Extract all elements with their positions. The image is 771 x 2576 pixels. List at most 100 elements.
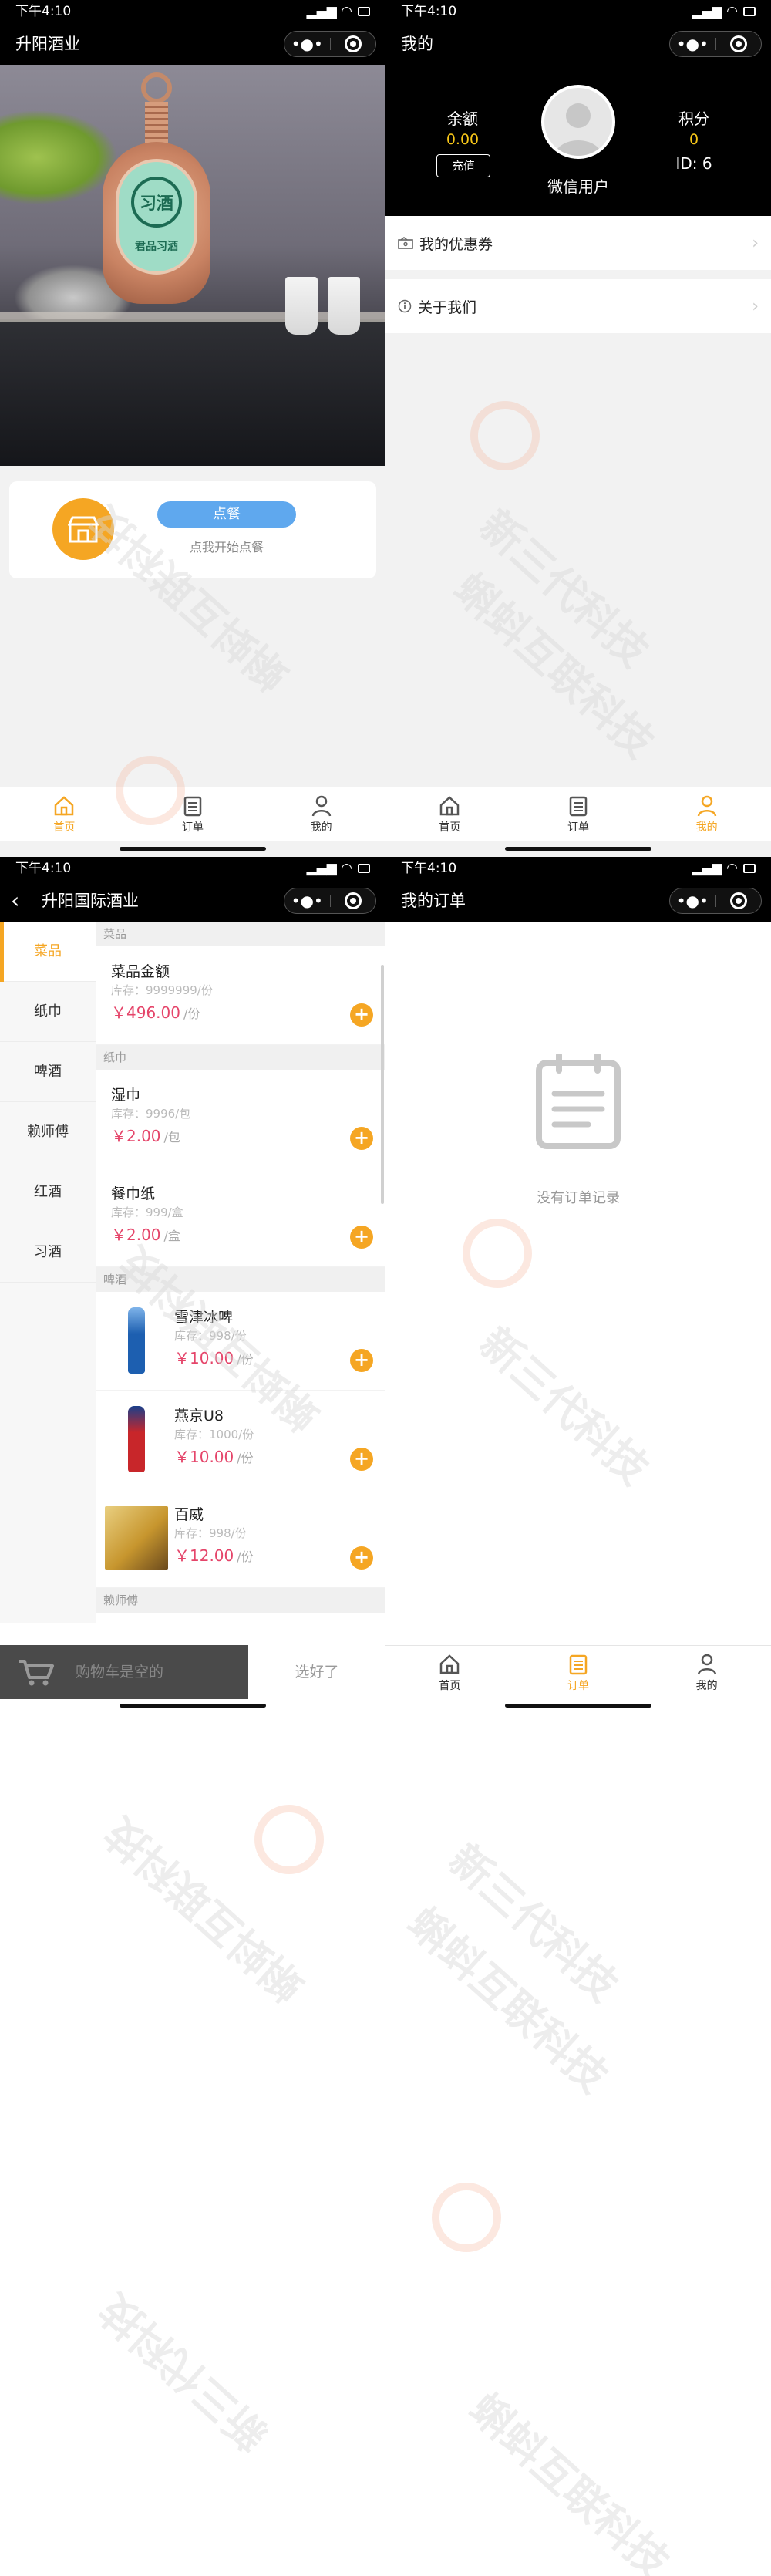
tab-mine[interactable]: 我的 xyxy=(642,787,771,841)
category-item[interactable]: 赖师傅 xyxy=(0,1102,96,1162)
more-icon[interactable]: •●• xyxy=(670,32,715,56)
product-price: ￥2.00 xyxy=(111,1127,161,1145)
nav-bar: ‹ 升阳国际酒业 •●• xyxy=(0,880,386,922)
bottle-neck xyxy=(145,102,168,148)
add-to-cart-icon[interactable]: + xyxy=(350,1003,373,1027)
product-price-row: ￥2.00/盒 xyxy=(111,1222,180,1245)
order-button[interactable]: 点餐 xyxy=(157,501,296,528)
recharge-button[interactable]: 充值 xyxy=(436,154,490,177)
product-price-row: ￥2.00/包 xyxy=(111,1124,180,1146)
tab-mine[interactable]: 我的 xyxy=(642,1646,771,1699)
mine-screen: 下午4:10 ▂▄▆ ◠ 我的 •●• 余额 0.00 充值 微信用户 积分 积… xyxy=(386,0,771,857)
tab-bar: 首页 订单 我的 xyxy=(0,787,386,841)
close-target-icon[interactable] xyxy=(716,32,762,56)
tab-mine-label: 我的 xyxy=(695,821,718,834)
menu-row-about[interactable]: 关于我们 › xyxy=(386,279,771,333)
tab-home[interactable]: 首页 xyxy=(386,787,514,841)
product-item[interactable]: 湿巾库存：9996/包 ￥2.00/包 + xyxy=(96,1070,386,1168)
section-header: 赖师傅 xyxy=(96,1588,386,1613)
menu-screen: 下午4:10 ▂▄▆ ◠ ‹ 升阳国际酒业 •●• 菜品 纸巾 啤酒 赖师傅 红酒 习酒 … xyxy=(0,857,386,1714)
product-unit: /包 xyxy=(163,1130,180,1145)
product-price-row: ￥10.00/份 xyxy=(174,1346,254,1368)
product-name: 湿巾 xyxy=(111,1087,141,1104)
close-target-icon[interactable] xyxy=(716,888,762,913)
category-item[interactable]: 习酒 xyxy=(0,1222,96,1283)
points-label-text: 积分 xyxy=(678,110,709,128)
product-name: 百威 xyxy=(174,1506,204,1523)
status-bar: 下午4:10 ▂▄▆ ◠ xyxy=(0,0,386,23)
battery-icon xyxy=(358,864,370,873)
tab-orders-label: 订单 xyxy=(567,821,589,834)
scrollbar[interactable] xyxy=(381,965,384,1204)
add-to-cart-icon[interactable]: + xyxy=(350,1546,373,1570)
product-item[interactable]: 燕京U8 库存：1000/份 ￥10.00/份 + xyxy=(96,1391,386,1489)
watermark-text: 蝌蚪互联科技 xyxy=(399,1898,618,2102)
product-price: ￥10.00 xyxy=(174,1448,234,1466)
battery-icon xyxy=(743,7,756,16)
close-target-icon[interactable] xyxy=(331,32,376,56)
add-to-cart-icon[interactable]: + xyxy=(350,1349,373,1372)
product-stock: 库存：9999999/份 xyxy=(111,983,213,997)
category-item[interactable]: 红酒 xyxy=(0,1162,96,1222)
watermark-text: 蝌蚪互联科技 xyxy=(460,2384,679,2576)
category-item[interactable]: 菜品 xyxy=(0,922,96,982)
watermark-text: 蝌蚪互联科技 xyxy=(95,1807,314,2011)
page-title: 升阳国际酒业 xyxy=(42,892,139,910)
back-arrow-icon[interactable]: ‹ xyxy=(11,880,19,922)
tab-orders[interactable]: 订单 xyxy=(514,787,643,841)
product-unit: /份 xyxy=(183,1006,200,1021)
product-item[interactable]: 雪津冰啤 库存：998/份 ￥10.00/份 + xyxy=(96,1292,386,1391)
product-price-row: ￥12.00/份 xyxy=(174,1543,254,1566)
product-price: ￥10.00 xyxy=(174,1349,234,1367)
section-header: 菜品 xyxy=(96,922,386,946)
product-item[interactable]: 百威 库存：998/份 ￥12.00/份 + xyxy=(96,1489,386,1588)
avatar[interactable] xyxy=(541,85,615,159)
product-unit: /份 xyxy=(237,1352,254,1367)
product-stock: 库存：9996/包 xyxy=(111,1107,191,1121)
product-price-row: ￥496.00/份 xyxy=(111,1000,200,1023)
cart-icon[interactable] xyxy=(17,1659,56,1687)
mini-program-capsule: •●• xyxy=(669,31,762,57)
plant-decoration xyxy=(0,111,116,204)
mini-program-capsule: •●• xyxy=(284,888,376,914)
product-price: ￥12.00 xyxy=(174,1546,234,1565)
info-icon xyxy=(398,299,412,313)
add-to-cart-icon[interactable]: + xyxy=(350,1448,373,1471)
nav-bar: 我的订单 •●• xyxy=(386,880,771,922)
home-indicator xyxy=(120,847,266,851)
home-icon xyxy=(52,794,76,818)
checkout-button[interactable]: 选好了 xyxy=(248,1645,386,1699)
order-card[interactable]: 点餐 点我开始点餐 xyxy=(9,481,376,578)
product-name: 燕京U8 xyxy=(174,1408,224,1425)
add-to-cart-icon[interactable]: + xyxy=(350,1226,373,1249)
banner-image[interactable]: 习酒 君品习酒 xyxy=(0,65,386,466)
product-item[interactable]: 餐巾纸 库存：999/盒 ￥2.00/盒 + xyxy=(96,1168,386,1267)
home-icon xyxy=(438,794,461,818)
close-target-icon[interactable] xyxy=(331,888,376,913)
more-icon[interactable]: •●• xyxy=(670,888,715,913)
battery-icon xyxy=(358,7,370,16)
tab-bar: 首页 订单 我的 xyxy=(386,787,771,841)
product-image xyxy=(105,1506,168,1570)
tab-home[interactable]: 首页 xyxy=(386,1646,514,1699)
active-indicator xyxy=(0,922,4,982)
tab-mine[interactable]: 我的 xyxy=(257,787,386,841)
category-item[interactable]: 纸巾 xyxy=(0,982,96,1042)
tab-orders[interactable]: 订单 xyxy=(129,787,258,841)
menu-row-coupon[interactable]: 我的优惠券 › xyxy=(386,216,771,270)
more-icon[interactable]: •●• xyxy=(284,32,330,56)
product-item[interactable]: 菜品金额 库存：9999999/份 ￥496.00/份 + xyxy=(96,946,386,1045)
category-item[interactable]: 啤酒 xyxy=(0,1042,96,1102)
tab-orders[interactable]: 订单 xyxy=(514,1646,643,1699)
product-list: 菜品 菜品金额 库存：9999999/份 ￥496.00/份 + 纸巾 湿巾 库存：9996/… xyxy=(96,922,386,1623)
product-unit: /份 xyxy=(237,1549,254,1564)
more-icon[interactable]: •●• xyxy=(284,888,330,913)
product-unit: /盒 xyxy=(163,1229,180,1243)
product-price-row: ￥10.00/份 xyxy=(174,1445,254,1467)
status-icons: ▂▄▆ ◠ xyxy=(307,0,370,23)
watermark-text: 新三代科技 xyxy=(439,1835,628,2011)
add-to-cart-icon[interactable]: + xyxy=(350,1127,373,1150)
tab-mine-label: 我的 xyxy=(695,1679,718,1692)
bottle-label-top: 习酒 xyxy=(131,177,182,228)
tab-home[interactable]: 首页 xyxy=(0,787,129,841)
